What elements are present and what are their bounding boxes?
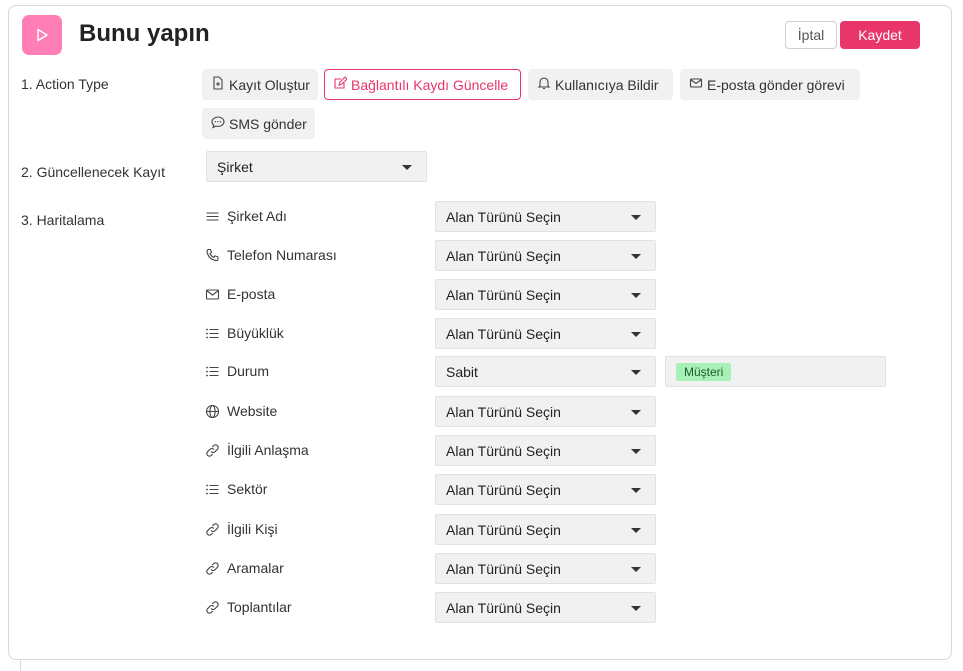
list-icon: [205, 364, 220, 379]
link-icon: [205, 561, 220, 576]
list-icon: [205, 326, 220, 341]
mapping-label: 3. Haritalama: [21, 212, 105, 228]
mapping-type-value: Alan Türünü Seçin: [446, 442, 561, 459]
record-select-value: Şirket: [217, 158, 253, 175]
link-icon: [205, 443, 220, 458]
mail-icon: [205, 287, 220, 302]
caret-down-icon: [631, 528, 641, 533]
mapping-field-row: İlgili Kişi: [205, 521, 278, 537]
cancel-button[interactable]: İptal: [785, 21, 837, 49]
link-icon: [205, 522, 220, 537]
mapping-type-value: Sabit: [446, 363, 478, 380]
caret-down-icon: [631, 332, 641, 337]
save-button[interactable]: Kaydet: [840, 21, 920, 49]
mapping-type-select[interactable]: Alan Türünü Seçin: [435, 514, 656, 545]
mapping-field-label: Aramalar: [227, 560, 284, 576]
mapping-type-value: Alan Türünü Seçin: [446, 481, 561, 498]
mapping-type-select[interactable]: Alan Türünü Seçin: [435, 240, 656, 271]
phone-icon: [205, 248, 220, 263]
mapping-field-row: Sektör: [205, 481, 267, 497]
caret-down-icon: [631, 254, 641, 259]
mapping-field-label: Şirket Adı: [227, 208, 287, 224]
mapping-type-select[interactable]: Alan Türünü Seçin: [435, 279, 656, 310]
page-title: Bunu yapın: [79, 20, 210, 47]
action-label: SMS gönder: [229, 115, 307, 132]
mapping-type-select[interactable]: Alan Türünü Seçin: [435, 201, 656, 232]
action-update-related-button[interactable]: Bağlantılı Kaydı Güncelle: [324, 69, 521, 100]
mapping-field-row: Şirket Adı: [205, 208, 287, 224]
mapping-type-select[interactable]: Alan Türünü Seçin: [435, 553, 656, 584]
record-label: 2. Güncellenecek Kayıt: [21, 164, 165, 180]
mapping-field-row: İlgili Anlaşma: [205, 442, 309, 458]
mapping-field-row: Website: [205, 403, 277, 419]
mapping-field-label: İlgili Anlaşma: [227, 442, 309, 458]
action-label: Bağlantılı Kaydı Güncelle: [351, 76, 509, 93]
action-send-sms-button[interactable]: SMS gönder: [202, 108, 315, 139]
list-icon: [205, 482, 220, 497]
mapping-type-value: Alan Türünü Seçin: [446, 286, 561, 303]
edit-icon: [333, 76, 348, 93]
action-label: Kullanıcıya Bildir: [555, 76, 659, 93]
caret-down-icon: [631, 293, 641, 298]
text-lines-icon: [205, 209, 220, 224]
mapping-type-value: Alan Türünü Seçin: [446, 560, 561, 577]
action-label: Kayıt Oluştur: [229, 76, 310, 93]
action-notify-user-button[interactable]: Kullanıcıya Bildir: [528, 69, 673, 100]
mapping-field-row: E-posta: [205, 286, 275, 302]
caret-down-icon: [631, 567, 641, 572]
mapping-field-row: Telefon Numarası: [205, 247, 337, 263]
mapping-type-select[interactable]: Alan Türünü Seçin: [435, 318, 656, 349]
mapping-field-label: Sektör: [227, 481, 268, 497]
play-icon: [22, 15, 62, 55]
mapping-field-label: Durum: [227, 363, 270, 379]
mapping-field-row: Toplantılar: [205, 599, 292, 615]
sms-icon: [211, 115, 225, 132]
mapping-type-value: Alan Türünü Seçin: [446, 325, 561, 342]
mapping-type-select[interactable]: Alan Türünü Seçin: [435, 435, 656, 466]
caret-down-icon: [631, 215, 641, 220]
mapping-field-row: Aramalar: [205, 560, 284, 576]
mapping-type-value: Alan Türünü Seçin: [446, 247, 561, 264]
mapping-field-row: Durum: [205, 363, 269, 379]
mapping-type-value: Alan Türünü Seçin: [446, 403, 561, 420]
caret-down-icon: [631, 410, 641, 415]
mapping-field-label: Telefon Numarası: [227, 247, 337, 263]
mapping-type-select[interactable]: Alan Türünü Seçin: [435, 396, 656, 427]
record-select[interactable]: Şirket: [206, 151, 427, 182]
caret-down-icon: [631, 488, 641, 493]
mail-icon: [689, 76, 703, 93]
mapping-field-label: Website: [227, 403, 278, 419]
mapping-type-select[interactable]: Sabit: [435, 356, 656, 387]
action-type-label: 1. Action Type: [21, 76, 109, 92]
mapping-field-label: İlgili Kişi: [227, 521, 278, 537]
link-icon: [205, 600, 220, 615]
mapping-type-value: Alan Türünü Seçin: [446, 599, 561, 616]
divider: [20, 660, 21, 671]
action-send-email-button[interactable]: E-posta gönder görevi: [680, 69, 860, 100]
action-create-record-button[interactable]: Kayıt Oluştur: [202, 69, 318, 100]
caret-down-icon: [631, 606, 641, 611]
mapping-type-value: Alan Türünü Seçin: [446, 521, 561, 538]
mapping-field-label: Büyüklük: [227, 325, 284, 341]
mapping-type-select[interactable]: Alan Türünü Seçin: [435, 474, 656, 505]
constant-value-field[interactable]: Müşteri: [665, 356, 886, 387]
mapping-type-select[interactable]: Alan Türünü Seçin: [435, 592, 656, 623]
status-tag: Müşteri: [676, 362, 732, 381]
mapping-field-row: Büyüklük: [205, 325, 284, 341]
mapping-type-value: Alan Türünü Seçin: [446, 208, 561, 225]
bell-icon: [537, 76, 551, 93]
globe-icon: [205, 404, 220, 419]
caret-down-icon: [631, 449, 641, 454]
mapping-field-label: Toplantılar: [227, 599, 292, 615]
file-plus-icon: [211, 76, 225, 93]
caret-down-icon: [631, 370, 641, 375]
action-label: E-posta gönder görevi: [707, 76, 845, 93]
caret-down-icon: [402, 165, 412, 170]
mapping-field-label: E-posta: [227, 286, 276, 302]
